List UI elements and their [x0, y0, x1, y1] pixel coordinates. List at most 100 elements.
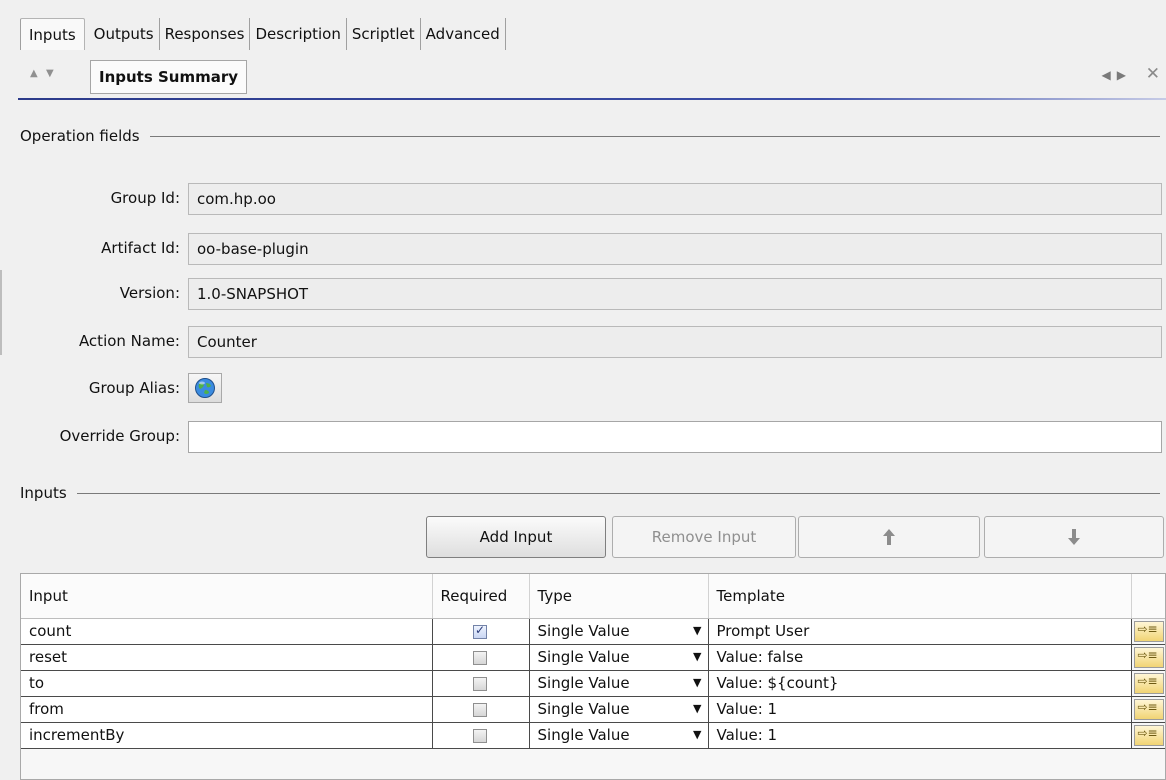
remove-input-button[interactable]: Remove Input: [612, 516, 796, 558]
arrow-up-icon: [883, 529, 895, 545]
artifact-id-label: Artifact Id:: [101, 239, 180, 257]
table-row[interactable]: count ✓ Single Value ▼ Prompt User ⇨≡: [21, 618, 1165, 645]
type-cell[interactable]: Single Value ▼: [529, 696, 709, 723]
type-cell[interactable]: Single Value ▼: [529, 618, 709, 645]
template-button-cell: ⇨≡: [1131, 644, 1165, 671]
globe-icon: [195, 378, 215, 398]
editor-subheader: ▲ ▼ Inputs Summary ◀▶ ✕: [18, 58, 1166, 100]
nav-arrows-icon[interactable]: ◀▶: [1102, 68, 1132, 82]
table-row[interactable]: from Single Value ▼ Value: 1 ⇨≡: [21, 696, 1165, 723]
group-id-row: Group Id: com.hp.oo: [20, 183, 1162, 215]
required-checkbox[interactable]: [473, 676, 487, 691]
inputs-summary-tab[interactable]: Inputs Summary: [90, 60, 248, 94]
template-edit-icon[interactable]: ⇨≡: [1133, 646, 1164, 668]
template-edit-icon[interactable]: ⇨≡: [1133, 724, 1164, 746]
template-cell[interactable]: Value: false: [708, 644, 1132, 671]
required-cell[interactable]: [432, 670, 530, 697]
group-alias-row: Group Alias:: [20, 373, 1162, 405]
tab-description[interactable]: Description: [250, 18, 347, 50]
column-header-type[interactable]: Type: [529, 574, 709, 619]
type-cell[interactable]: Single Value ▼: [529, 722, 709, 749]
operation-fields-title: Operation fields: [20, 127, 140, 145]
template-cell[interactable]: Value: 1: [708, 722, 1132, 749]
input-name-cell[interactable]: from: [21, 696, 433, 723]
dropdown-arrow-icon[interactable]: ▼: [693, 650, 701, 663]
tab-inputs[interactable]: Inputs: [20, 18, 85, 50]
tab-scriptlet[interactable]: Scriptlet: [347, 18, 421, 50]
tab-advanced[interactable]: Advanced: [421, 18, 506, 50]
column-header-template[interactable]: Template: [708, 574, 1132, 619]
dropdown-arrow-icon[interactable]: ▼: [693, 702, 701, 715]
inputs-section: Inputs: [20, 484, 1160, 502]
template-edit-icon[interactable]: ⇨≡: [1133, 620, 1164, 642]
required-cell[interactable]: ✓: [432, 618, 530, 645]
dropdown-arrow-icon[interactable]: ▼: [693, 624, 701, 637]
dropdown-arrow-icon[interactable]: ▼: [693, 728, 701, 741]
input-name-cell[interactable]: reset: [21, 644, 433, 671]
add-input-button[interactable]: Add Input: [426, 516, 606, 558]
version-field: 1.0-SNAPSHOT: [188, 278, 1162, 310]
group-id-field: com.hp.oo: [188, 183, 1162, 215]
override-group-row: Override Group:: [20, 421, 1162, 453]
required-checkbox[interactable]: [473, 650, 487, 665]
template-button-cell: ⇨≡: [1131, 722, 1165, 749]
scroll-down-icon[interactable]: ▼: [46, 68, 54, 79]
override-group-input[interactable]: [188, 421, 1162, 453]
table-header-row: Input Required Type Template: [21, 574, 1165, 619]
checkmark-icon: ✓: [475, 622, 486, 637]
left-edge-rule: [0, 270, 2, 355]
header-underline: [18, 98, 1166, 100]
action-name-row: Action Name: Counter: [20, 326, 1162, 358]
column-header-blank: [1131, 574, 1165, 619]
type-cell[interactable]: Single Value ▼: [529, 644, 709, 671]
template-button-cell: ⇨≡: [1131, 670, 1165, 697]
required-cell[interactable]: [432, 644, 530, 671]
template-cell[interactable]: Value: 1: [708, 696, 1132, 723]
input-name-cell[interactable]: to: [21, 670, 433, 697]
template-edit-icon[interactable]: ⇨≡: [1133, 698, 1164, 720]
artifact-id-field: oo-base-plugin: [188, 233, 1162, 265]
type-value: Single Value: [537, 622, 630, 640]
scroll-up-icon[interactable]: ▲: [30, 68, 38, 79]
dropdown-arrow-icon[interactable]: ▼: [693, 676, 701, 689]
artifact-id-row: Artifact Id: oo-base-plugin: [20, 233, 1162, 265]
table-row[interactable]: reset Single Value ▼ Value: false ⇨≡: [21, 644, 1165, 671]
action-name-field: Counter: [188, 326, 1162, 358]
editor-tabbar: Inputs Outputs Responses Description Scr…: [20, 18, 506, 50]
template-button-cell: ⇨≡: [1131, 618, 1165, 645]
input-name-cell[interactable]: incrementBy: [21, 722, 433, 749]
input-name-cell[interactable]: count: [21, 618, 433, 645]
template-cell[interactable]: Prompt User: [708, 618, 1132, 645]
group-alias-button[interactable]: [188, 373, 222, 403]
required-checkbox[interactable]: [473, 728, 487, 743]
arrow-down-icon: [1068, 529, 1080, 545]
required-cell[interactable]: [432, 722, 530, 749]
tab-responses[interactable]: Responses: [160, 18, 251, 50]
move-down-button[interactable]: [984, 516, 1164, 558]
close-icon[interactable]: ✕: [1146, 64, 1160, 84]
template-button-cell: ⇨≡: [1131, 696, 1165, 723]
column-header-input[interactable]: Input: [21, 574, 433, 619]
required-checkbox[interactable]: [473, 702, 487, 717]
move-up-button[interactable]: [798, 516, 980, 558]
table-row[interactable]: incrementBy Single Value ▼ Value: 1 ⇨≡: [21, 722, 1165, 749]
inputs-title: Inputs: [20, 484, 67, 502]
group-id-label: Group Id:: [110, 189, 180, 207]
action-name-label: Action Name:: [78, 332, 180, 350]
table-row[interactable]: to Single Value ▼ Value: ${count} ⇨≡: [21, 670, 1165, 697]
override-group-label: Override Group:: [59, 427, 180, 445]
section-divider: [149, 135, 1160, 137]
type-cell[interactable]: Single Value ▼: [529, 670, 709, 697]
operation-fields-section: Operation fields: [20, 127, 1160, 145]
required-checkbox[interactable]: ✓: [473, 622, 487, 639]
version-row: Version: 1.0-SNAPSHOT: [20, 278, 1162, 310]
type-value: Single Value: [537, 700, 630, 718]
group-alias-label: Group Alias:: [88, 379, 180, 397]
template-edit-icon[interactable]: ⇨≡: [1133, 672, 1164, 694]
column-header-required[interactable]: Required: [432, 574, 530, 619]
template-cell[interactable]: Value: ${count}: [708, 670, 1132, 697]
required-cell[interactable]: [432, 696, 530, 723]
section-divider: [76, 492, 1160, 494]
version-label: Version:: [119, 284, 180, 302]
tab-outputs[interactable]: Outputs: [89, 18, 160, 50]
